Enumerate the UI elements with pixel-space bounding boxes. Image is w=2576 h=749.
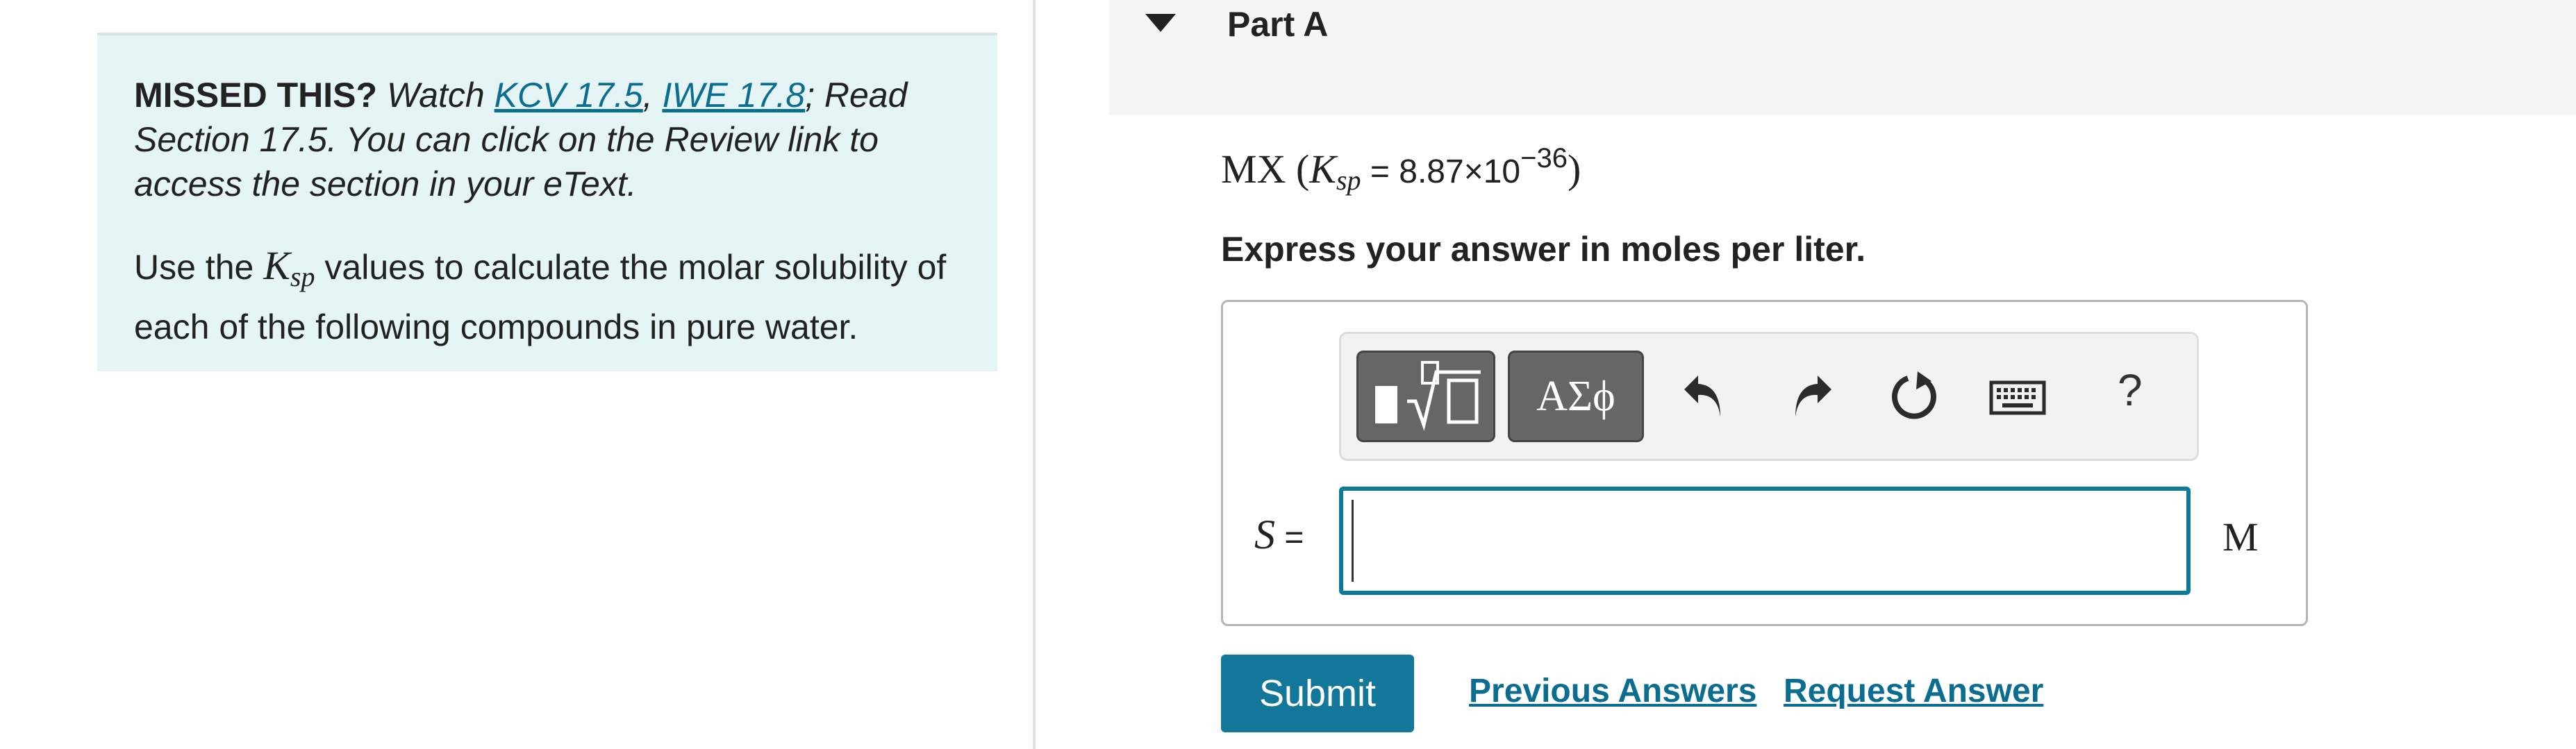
request-answer-link[interactable]: Request Answer xyxy=(1784,672,2043,710)
caret-down-icon[interactable] xyxy=(1145,14,1176,32)
comma-text: , xyxy=(642,76,653,115)
part-header[interactable]: Part A xyxy=(1109,0,2576,115)
part-title: Part A xyxy=(1227,5,1329,44)
keyboard-icon[interactable] xyxy=(1988,362,2047,424)
text-cursor xyxy=(1352,500,1354,582)
ksp-value: = 8.87×10 xyxy=(1361,153,1521,190)
missed-this-label: MISSED THIS? xyxy=(134,76,378,115)
answer-instruction: Express your answer in moles per liter. xyxy=(1221,230,1866,269)
previous-answers-link[interactable]: Previous Answers xyxy=(1469,672,1756,710)
redo-icon[interactable] xyxy=(1783,362,1838,424)
answer-variable-label: S = xyxy=(1254,512,1304,557)
hint-body: Use the Ksp values to calculate the mola… xyxy=(134,241,961,352)
math-toolbar: ΑΣϕ ? xyxy=(1339,332,2199,461)
ksp-symbol: Ksp xyxy=(263,243,315,292)
ksp-exponent: −36 xyxy=(1520,143,1568,174)
answer-input[interactable] xyxy=(1339,487,2191,595)
reset-icon[interactable] xyxy=(1887,362,1943,424)
watch-text: Watch xyxy=(386,76,485,115)
symbols-button[interactable]: ΑΣϕ xyxy=(1508,351,1644,442)
ksp-symbol-question: Ksp xyxy=(1309,146,1361,196)
unit-label: M xyxy=(2222,514,2259,559)
iwe-link[interactable]: IWE 17.8 xyxy=(662,76,805,115)
templates-icon xyxy=(1375,361,1481,431)
undo-icon[interactable] xyxy=(1677,362,1733,424)
submit-button[interactable]: Submit xyxy=(1221,655,1414,732)
compound-formula: MX xyxy=(1221,146,1286,192)
left-column: MISSED THIS? Watch KCV 17.5, IWE 17.8; R… xyxy=(0,0,1033,749)
kcv-link[interactable]: KCV 17.5 xyxy=(495,76,643,115)
hint-panel: MISSED THIS? Watch KCV 17.5, IWE 17.8; R… xyxy=(97,33,997,371)
help-icon[interactable]: ? xyxy=(2118,364,2143,416)
column-divider xyxy=(1033,0,1036,749)
hint-body-suffix: values to calculate the molar solubility… xyxy=(134,248,947,346)
hint-body-prefix: Use the xyxy=(134,248,254,287)
templates-button[interactable] xyxy=(1356,351,1495,442)
hint-text: MISSED THIS? Watch KCV 17.5, IWE 17.8; R… xyxy=(134,73,961,206)
close-paren: ) xyxy=(1567,146,1581,192)
open-paren: ( xyxy=(1295,146,1310,192)
question-equation: MX (Ksp = 8.87×10−36) xyxy=(1221,143,1581,196)
